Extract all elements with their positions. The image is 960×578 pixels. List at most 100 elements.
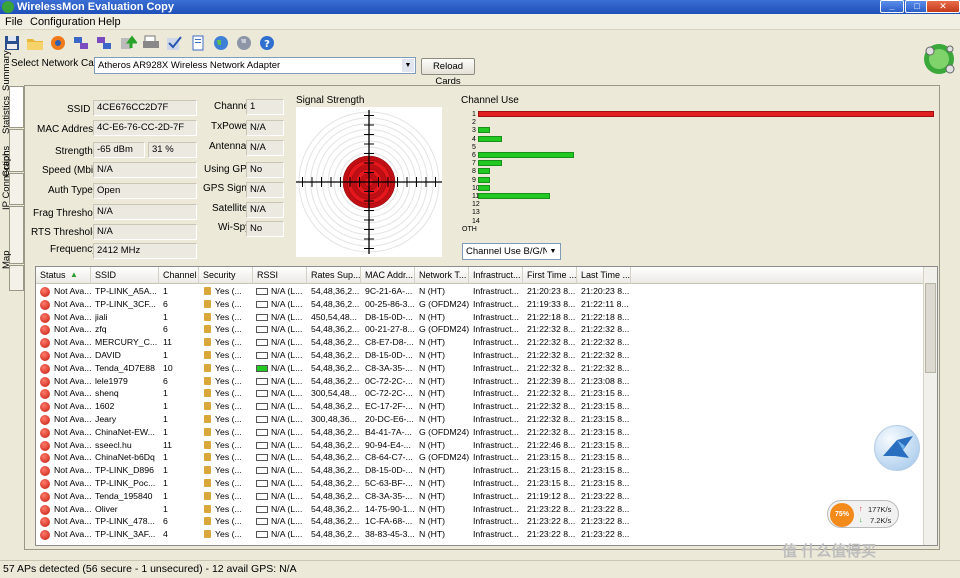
globe-icon[interactable] [212, 34, 230, 52]
close-button[interactable]: ✕ [926, 0, 960, 13]
channel-use-mode-value: Channel Use B/G/N [466, 246, 550, 257]
table-row[interactable]: Not Ava... Tenda_4D7E88 10 Yes (... N/A (L..… [36, 362, 924, 375]
chevron-down-icon[interactable]: ▼ [547, 245, 559, 258]
cell-0: Not Ava... [54, 503, 92, 514]
cell-4: N/A (L... [271, 478, 303, 488]
cell-0: Not Ava... [54, 516, 92, 527]
export-icon[interactable] [119, 34, 138, 52]
cell-9: 21:23:22 8... [527, 516, 576, 527]
column-header-5[interactable]: Rates Sup... [307, 267, 361, 284]
column-header-0[interactable]: Status ▲ [36, 267, 91, 284]
frag-threshold-label: Frag Threshold [33, 208, 101, 219]
using-gps-value: No [246, 162, 284, 178]
menu-file[interactable]: File [5, 16, 23, 28]
toolbar: ? [0, 31, 960, 55]
tab-map[interactable]: Map [1, 251, 24, 291]
table-row[interactable]: Not Ava... TP-LINK_Poc... 1 Yes (... N/A (L.… [36, 477, 924, 490]
globe2-icon[interactable] [235, 34, 253, 52]
chevron-down-icon[interactable]: ▼ [402, 59, 414, 72]
cell-8: Infrastruct... [473, 465, 519, 476]
column-header-10[interactable]: Last Time ... [577, 267, 631, 284]
network-icon[interactable] [72, 34, 90, 52]
cell-3: Yes (... [215, 516, 242, 527]
menu-configuration[interactable]: Configuration [30, 16, 95, 28]
print-icon[interactable] [142, 34, 160, 52]
scrollbar-thumb[interactable] [925, 283, 936, 373]
status-red-icon [40, 363, 50, 374]
table-row[interactable]: Not Ava... Tenda_195840 1 Yes (... N/A (L...… [36, 490, 924, 503]
clipboard-icon[interactable] [189, 34, 207, 52]
cell-2: 11 [163, 439, 173, 450]
open-folder-icon[interactable] [26, 34, 44, 52]
table-row[interactable]: Not Ava... shenq 1 Yes (... N/A (L... 300,54,… [36, 387, 924, 400]
network2-icon[interactable] [95, 34, 113, 52]
table-row[interactable]: Not Ava... TP-LINK_A5A... 1 Yes (... N/A (L.… [36, 285, 924, 298]
table-row[interactable]: Not Ava... DAVID 1 Yes (... N/A (L... 54,48,3… [36, 349, 924, 362]
record-icon[interactable] [49, 34, 67, 52]
table-row[interactable]: Not Ava... MERCURY_C... 11 Yes (... N/A (L..… [36, 336, 924, 349]
rts-threshold-label: RTS Threshold [31, 227, 98, 238]
column-header-4[interactable]: RSSI [253, 267, 307, 284]
cell-2: 10 [163, 362, 173, 373]
table-row[interactable]: Not Ava... Jeary 1 Yes (... N/A (L... 300,48,… [36, 413, 924, 426]
table-row[interactable]: Not Ava... Oliver 1 Yes (... N/A (L... 54,48,… [36, 503, 924, 516]
column-header-2[interactable]: Channel [159, 267, 199, 284]
cell-10: 21:20:23 8... [581, 286, 630, 296]
rssi-meter-icon [256, 428, 268, 436]
status-red-icon [40, 287, 50, 297]
cell-1: jiali [95, 311, 108, 322]
cell-10: 21:23:15 8... [581, 414, 630, 424]
column-header-9[interactable]: First Time ... [523, 267, 577, 284]
rssi-meter-icon [256, 313, 268, 321]
cell-9: 21:22:32 8... [527, 388, 576, 399]
table-row[interactable]: Not Ava... zfq 6 Yes (... N/A (L... 54,48,36,… [36, 323, 924, 336]
cell-8: Infrastruct... [473, 298, 519, 309]
table-row[interactable]: Not Ava... 1602 1 Yes (... N/A (L... 54,48,36… [36, 400, 924, 413]
cell-10: 21:23:08 8... [581, 375, 630, 386]
channel-use-mode-select[interactable]: Channel Use B/G/N ▼ [462, 243, 561, 260]
help-icon[interactable]: ? [258, 34, 276, 52]
channel-bar-1 [478, 111, 934, 117]
cell-8: Infrastruct... [473, 350, 519, 360]
table-row[interactable]: Not Ava... jiali 1 Yes (... N/A (L... 450,54,… [36, 311, 924, 324]
cell-9: 21:22:32 8... [527, 324, 576, 335]
check-icon[interactable] [165, 34, 183, 52]
cell-6: C8-3A-35-... [365, 490, 413, 501]
table-row[interactable]: Not Ava... TP-LINK_3CF... 6 Yes (... N/A (L.… [36, 298, 924, 311]
table-row[interactable]: Not Ava... sseecl.hu 11 Yes (... N/A (L... 54… [36, 439, 924, 452]
column-header-8[interactable]: Infrastruct... [469, 267, 523, 284]
status-red-icon [40, 351, 50, 361]
cell-9: 21:22:39 8... [527, 375, 576, 386]
menu-help[interactable]: Help [98, 16, 121, 28]
network-card-select[interactable]: Atheros AR928X Wireless Network Adapter … [94, 57, 416, 74]
cell-6: EC-17-2F-... [365, 401, 413, 412]
rssi-meter-icon [256, 364, 268, 372]
status-red-icon [40, 440, 50, 451]
lock-icon [204, 325, 211, 334]
cell-5: 300,54,48... [311, 388, 357, 399]
cell-5: 54,48,36,2... [311, 426, 360, 437]
cell-3: Yes (... [215, 324, 242, 335]
ap-list-scrollbar[interactable] [923, 267, 937, 545]
ap-list[interactable]: Status ▲ SSID Channel Security RSSI Rates Sup.… [35, 266, 938, 546]
table-row[interactable]: Not Ava... ChinaNet-b6Dq 1 Yes (... N/A (L..… [36, 451, 924, 464]
column-header-6[interactable]: MAC Addr... [361, 267, 415, 284]
cell-8: Infrastruct... [473, 388, 519, 399]
status-red-icon [40, 491, 50, 502]
column-header-7[interactable]: Network T... [415, 267, 469, 284]
txpower-value: N/A [246, 120, 284, 136]
rssi-meter-icon [256, 339, 268, 347]
table-row[interactable]: Not Ava... TP-LINK_D896 1 Yes (... N/A (L...… [36, 464, 924, 477]
rssi-meter-icon [256, 441, 268, 449]
column-header-3[interactable]: Security [199, 267, 253, 284]
table-row[interactable]: Not Ava... ChinaNet-EW... 1 Yes (... N/A (L.… [36, 426, 924, 439]
minimize-button[interactable]: _ [880, 0, 904, 13]
column-header-1[interactable]: SSID [91, 267, 159, 284]
cell-1: sseecl.hu [95, 439, 132, 450]
table-row[interactable]: Not Ava... TP-LINK_478... 6 Yes (... N/A (L.… [36, 515, 924, 528]
reload-cards-button[interactable]: Reload Cards [421, 58, 475, 87]
cell-4: N/A (L... [271, 426, 303, 437]
cell-1: Oliver [95, 503, 118, 514]
channel-bar-6 [478, 152, 574, 158]
table-row[interactable]: Not Ava... lele1979 6 Yes (... N/A (L... 54,4… [36, 375, 924, 388]
